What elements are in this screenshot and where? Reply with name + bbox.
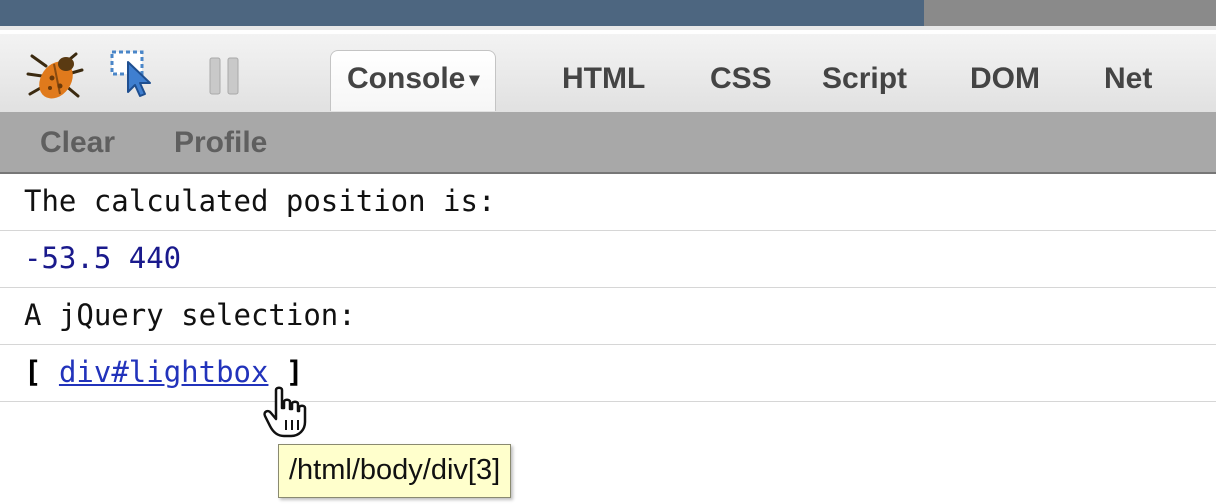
tab-css-label: CSS xyxy=(710,62,772,95)
tab-script-label: Script xyxy=(822,62,908,95)
firebug-toolbar: Console ▾ HTML CSS Script DOM Net xyxy=(0,34,1216,113)
tab-console[interactable]: Console ▾ xyxy=(330,50,497,111)
window-titlebar xyxy=(0,0,1216,30)
open-bracket: [ xyxy=(24,355,42,389)
console-line-selection: [ div#lightbox ] xyxy=(0,345,1216,402)
tab-html[interactable]: HTML xyxy=(562,52,645,106)
console-line-number: -53.5 440 xyxy=(0,231,1216,288)
inspect-pointer-icon[interactable] xyxy=(108,48,160,105)
pause-icon[interactable] xyxy=(206,56,246,101)
console-output: The calculated position is: -53.5 440 A … xyxy=(0,174,1216,402)
element-link[interactable]: div#lightbox xyxy=(59,355,269,389)
console-line: A jQuery selection: xyxy=(0,288,1216,345)
close-bracket: ] xyxy=(285,355,304,389)
profile-button[interactable]: Profile xyxy=(174,112,267,172)
tab-html-label: HTML xyxy=(562,62,646,95)
tab-script[interactable]: Script xyxy=(822,52,907,106)
chevron-down-icon: ▾ xyxy=(469,69,480,92)
xpath-tooltip: /html/body/div[3] xyxy=(278,444,512,498)
console-subtoolbar: Clear Profile xyxy=(0,112,1216,174)
firebug-bug-icon[interactable] xyxy=(24,48,88,111)
clear-button[interactable]: Clear xyxy=(40,112,115,172)
tab-net[interactable]: Net xyxy=(1104,52,1152,106)
console-line: The calculated position is: xyxy=(0,174,1216,231)
tab-dom[interactable]: DOM xyxy=(970,52,1040,106)
hand-cursor-icon xyxy=(262,386,308,443)
tab-net-label: Net xyxy=(1104,62,1153,95)
tab-dom-label: DOM xyxy=(970,62,1040,95)
titlebar-edge xyxy=(0,26,1216,30)
tab-console-label: Console xyxy=(347,62,466,95)
tab-css[interactable]: CSS xyxy=(710,52,772,106)
